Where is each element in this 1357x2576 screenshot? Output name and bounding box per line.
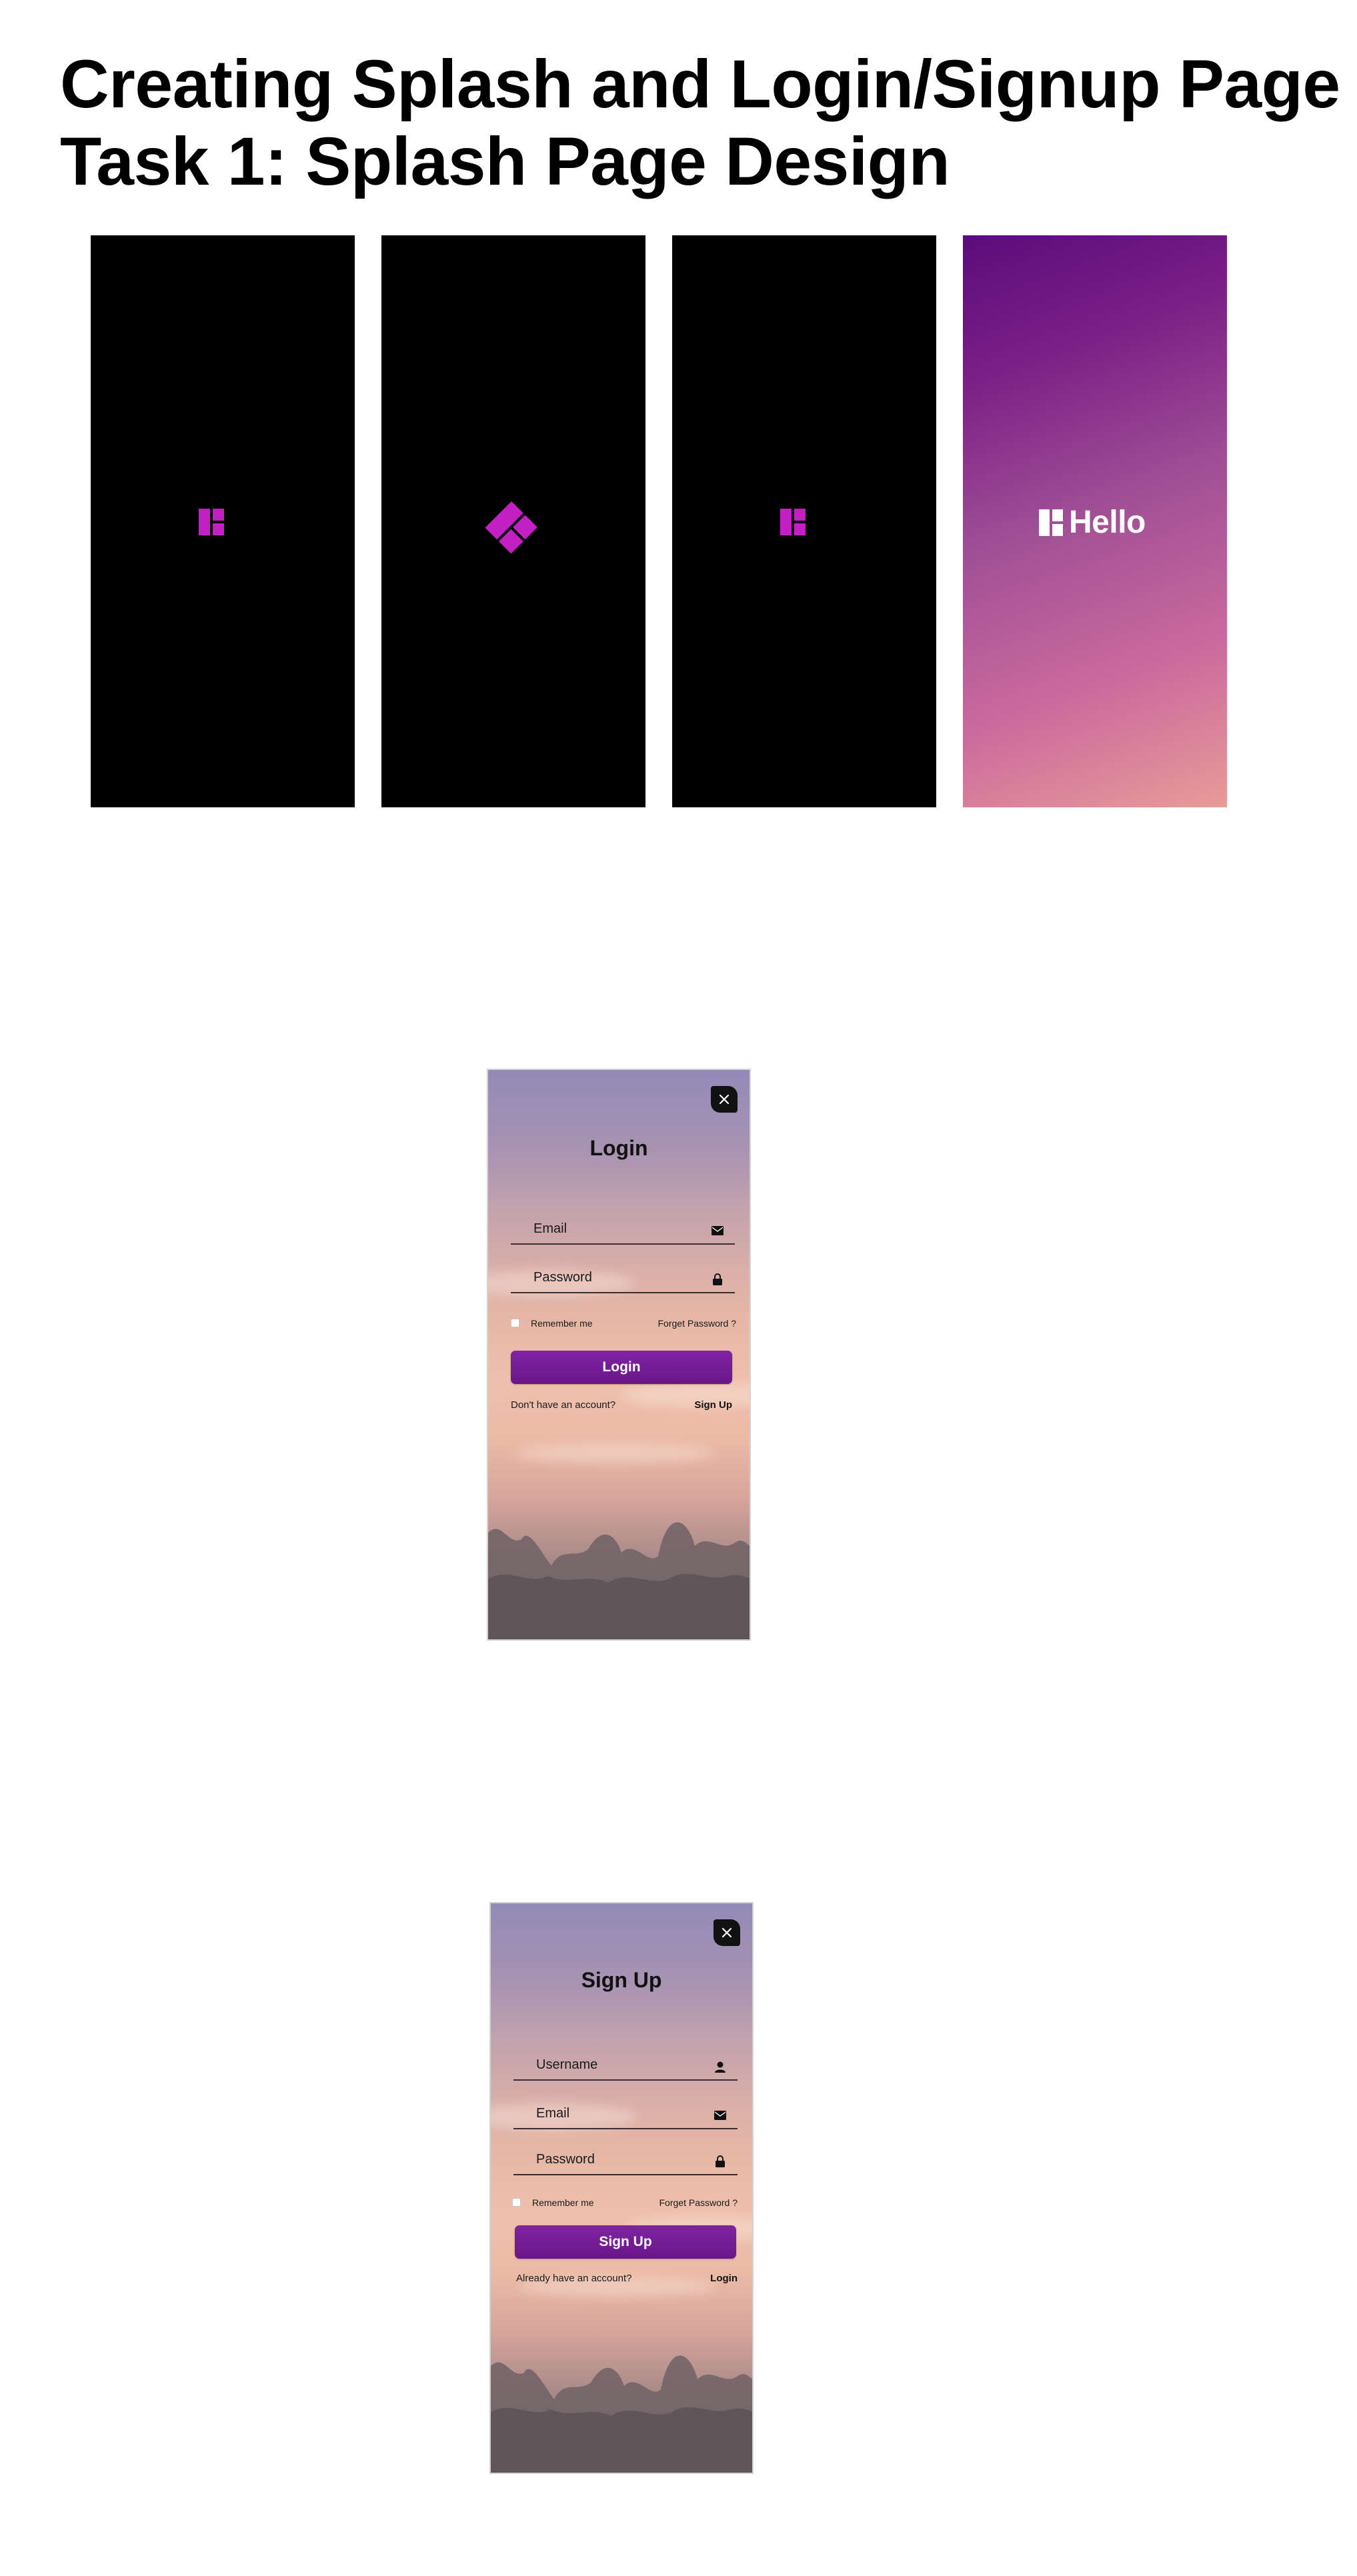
login-button[interactable]: Login: [511, 1351, 732, 1384]
password-field[interactable]: Password: [511, 1263, 735, 1293]
grid-logo-icon: [780, 509, 806, 535]
username-field[interactable]: Username: [513, 2050, 738, 2081]
have-account-text: Already have an account?: [516, 2273, 632, 2284]
grid-logo-icon: [1039, 509, 1063, 536]
remember-label: Remember me: [532, 2197, 594, 2208]
email-label: Email: [536, 2106, 570, 2121]
forget-password-link[interactable]: Forget Password ?: [658, 1318, 737, 1329]
lock-icon: [711, 1273, 724, 1285]
login-screen: Login Email Password Remember me Forget …: [487, 1069, 751, 1641]
remember-row: Remember me Forget Password ?: [512, 2196, 738, 2209]
close-button[interactable]: [711, 1086, 738, 1113]
signup-button[interactable]: Sign Up: [515, 2225, 736, 2259]
envelope-icon: [714, 2109, 727, 2121]
close-button[interactable]: [714, 1919, 740, 1946]
remember-checkbox[interactable]: [512, 2198, 521, 2207]
login-link[interactable]: Login: [710, 2272, 738, 2285]
remember-checkbox[interactable]: [511, 1319, 519, 1327]
username-label: Username: [536, 2057, 598, 2072]
envelope-icon: [711, 1225, 724, 1237]
signup-screen: Sign Up Username Email Password Remember…: [489, 1902, 754, 2474]
password-field[interactable]: Password: [513, 2145, 738, 2175]
no-account-text: Don't have an account?: [511, 1399, 616, 1411]
password-label: Password: [533, 1270, 592, 1285]
close-icon: [719, 1094, 730, 1105]
forget-password-link[interactable]: Forget Password ?: [659, 2197, 738, 2208]
signup-title: Sign Up: [581, 1968, 662, 1992]
email-label: Email: [533, 1221, 567, 1236]
signup-link[interactable]: Sign Up: [694, 1399, 732, 1412]
hello-text: Hello: [1069, 505, 1146, 540]
trees-silhouette: [491, 2355, 752, 2473]
splash-screen-2: [381, 235, 645, 807]
login-prompt-row: Already have an account? Login: [516, 2272, 738, 2285]
remember-row: Remember me Forget Password ?: [511, 1317, 736, 1330]
close-icon: [722, 1927, 732, 1938]
signup-prompt-row: Don't have an account? Sign Up: [511, 1399, 732, 1412]
email-field[interactable]: Email: [511, 1214, 735, 1245]
page-subtitle: Task 1: Splash Page Design: [60, 123, 950, 199]
splash-screen-3: [672, 235, 936, 807]
hello-logo: Hello: [1039, 506, 1146, 539]
splash-screen-1: [91, 235, 355, 807]
email-field[interactable]: Email: [513, 2099, 738, 2129]
trees-silhouette: [488, 1522, 750, 1639]
user-icon: [714, 2061, 727, 2073]
lock-icon: [714, 2155, 727, 2167]
diamond-logo-icon: [469, 486, 553, 571]
page-title: Creating Splash and Login/Signup Page: [60, 46, 1340, 122]
splash-screen-4: Hello: [963, 235, 1227, 807]
remember-label: Remember me: [531, 1318, 593, 1329]
login-title: Login: [589, 1136, 648, 1160]
grid-logo-icon: [199, 509, 224, 535]
password-label: Password: [536, 2152, 595, 2167]
